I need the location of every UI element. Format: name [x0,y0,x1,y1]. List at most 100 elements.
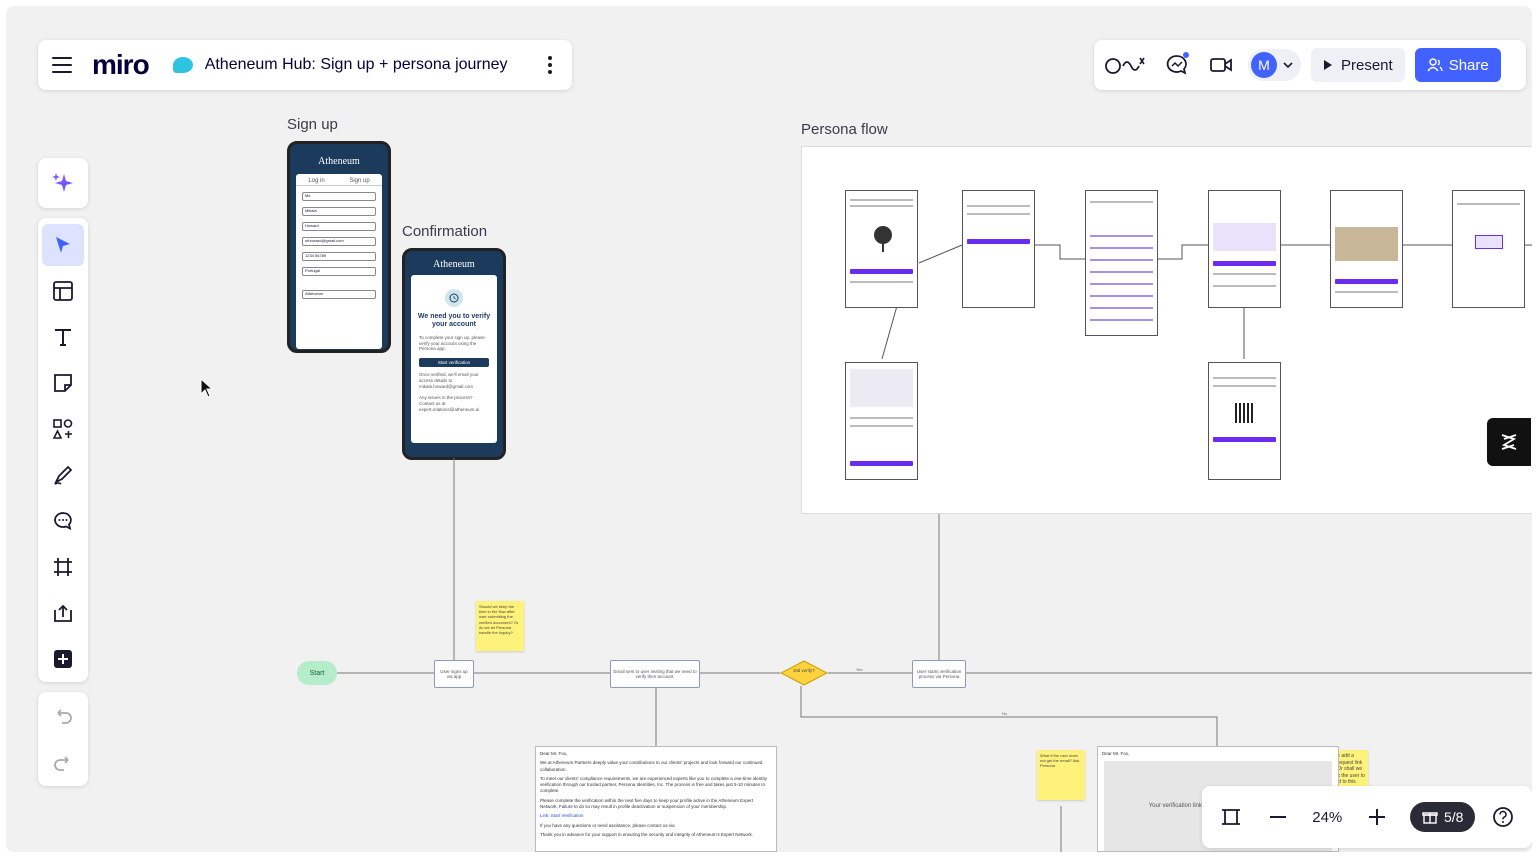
board-options-icon[interactable] [542,56,558,74]
layout-icon [53,281,73,301]
shapes-icon [52,419,73,439]
persona-screen-other-device [1208,362,1281,480]
history-toolbar [38,692,88,786]
miro-logo[interactable]: miro [92,49,150,81]
reactions-icon[interactable] [1102,48,1150,82]
persona-screen-upload-id [1085,190,1158,336]
flow-start-node[interactable]: Start [297,661,337,685]
sparkle-icon [52,173,73,192]
confirmation-help: Any issues in the process? Contact us at… [419,394,480,412]
text-tool[interactable] [42,316,84,358]
persona-screen-processing [1452,190,1525,308]
redo-icon [54,755,69,771]
app-logo-icon [1501,434,1517,450]
email-paragraph: Thank you in advance for your support in… [540,831,753,837]
redo-button[interactable] [42,742,84,784]
flow-decision-label: Did verify? [793,668,815,673]
video-call-icon[interactable] [1204,48,1238,82]
start-verification-button: Start verification [419,358,489,368]
ai-assist-button[interactable] [38,158,88,208]
flow-node-persona[interactable]: User starts verification process via Per… [912,660,966,688]
share-label: Share [1448,56,1489,74]
plus-icon [1368,809,1385,825]
collaboration-toolbar: M Present Share [1094,40,1526,90]
zoom-level[interactable]: 24% [1305,809,1349,826]
form-field: Portugal [302,267,376,276]
integration-app-button[interactable] [1487,418,1531,466]
confirmation-note: Once verified, we'll email your access d… [419,372,479,389]
edge-label-no: No [1002,711,1008,716]
email-document[interactable]: Dear Mr. Fox, We at Atheneum Partners de… [535,746,777,852]
pen-tool[interactable] [42,454,84,496]
chat-icon[interactable] [1160,48,1194,82]
email-link: Link: Start Verification [540,813,584,819]
help-button[interactable] [1483,797,1522,837]
board-header: miro Atheneum Hub: Sign up + persona jou… [38,40,572,90]
board-canvas[interactable]: Sign up Confirmation Persona flow Athene… [6,6,1532,852]
persona-screen-intro [845,190,918,308]
signup-frame-label[interactable]: Sign up [287,116,338,133]
minus-icon [1269,816,1286,818]
confirmation-frame-label[interactable]: Confirmation [402,223,487,240]
form-field: mhoward@gmail.com [302,237,376,246]
persona-screen-country [962,190,1035,308]
present-button[interactable]: Present [1311,48,1405,82]
signup-phone-tabs: Log in Sign up [296,174,382,186]
user-menu[interactable]: M [1248,49,1301,81]
play-icon [1324,60,1332,70]
persona-flow-frame[interactable] [801,146,1532,514]
confirmation-heading: We need you to verify your account [417,313,491,329]
zoom-out-button[interactable] [1259,797,1298,837]
flow-node-signup[interactable]: User signs up via app [434,660,474,688]
pages-button[interactable]: 5/8 [1409,802,1476,832]
templates-tool[interactable] [42,270,84,312]
confirmation-phone-mockup[interactable]: Atheneum We need you to verify your acco… [402,248,506,460]
confirmation-phone-brand: Atheneum [433,259,475,270]
upload-tool[interactable] [42,592,84,634]
email-paragraph: Please complete the verification within … [540,797,754,810]
frame-icon [54,558,72,576]
mouse-cursor-icon [200,378,214,398]
shapes-tool[interactable] [42,408,84,450]
persona-screen-check-photo [1330,190,1403,308]
email-paragraph: We at Atheneum Partners deeply value you… [540,760,763,772]
sticky-note[interactable]: Should we keep the time in the flow afte… [476,601,524,651]
share-button[interactable]: Share [1414,48,1501,82]
upload-icon [54,604,72,622]
email-paragraph: To meet our clients' compliance requirem… [540,775,767,794]
pages-count: 5/8 [1443,809,1464,825]
flow-node-email-sent[interactable]: Email sent to user inviting that we need… [610,660,700,688]
zoom-in-button[interactable] [1357,797,1396,837]
flow-decision-diamond[interactable] [780,660,828,686]
main-menu-icon[interactable] [52,57,72,73]
creation-toolbar [38,218,88,682]
form-field: 1234 56789 [302,252,376,261]
board-emoji-icon[interactable] [172,57,193,73]
signup-phone-brand: Atheneum [318,156,360,167]
signup-phone-mockup[interactable]: Atheneum Log in Sign up Ms Mikala Howard… [287,141,391,353]
edge-label-yes: Yes [856,667,863,672]
pointer-icon [56,237,70,253]
persona-screen-verify-persona [845,362,918,480]
help-icon [1492,807,1513,827]
email-paragraph: If you have any questions or need assist… [540,822,675,828]
tab-login: Log in [308,178,325,184]
sticky-note-tool[interactable] [42,362,84,404]
more-apps-tool[interactable] [42,638,84,680]
frame-tool[interactable] [42,546,84,588]
undo-icon [57,708,72,724]
present-label: Present [1341,56,1393,74]
chevron-down-icon [1283,62,1293,69]
comment-tool[interactable] [42,500,84,542]
form-field: Ms [302,192,376,201]
pen-icon [53,465,73,485]
fit-to-screen-button[interactable] [1212,797,1251,837]
board-title[interactable]: Atheneum Hub: Sign up + persona journey [205,56,542,74]
email-greeting: Dear Mr. Fox, [540,751,568,756]
sticky-note[interactable]: What if the user does not get the email?… [1037,750,1085,800]
undo-button[interactable] [42,695,84,737]
persona-frame-label[interactable]: Persona flow [801,121,888,138]
clock-icon [445,289,463,307]
select-tool[interactable] [42,224,84,266]
zoom-toolbar: 24% 5/8 [1202,786,1532,848]
